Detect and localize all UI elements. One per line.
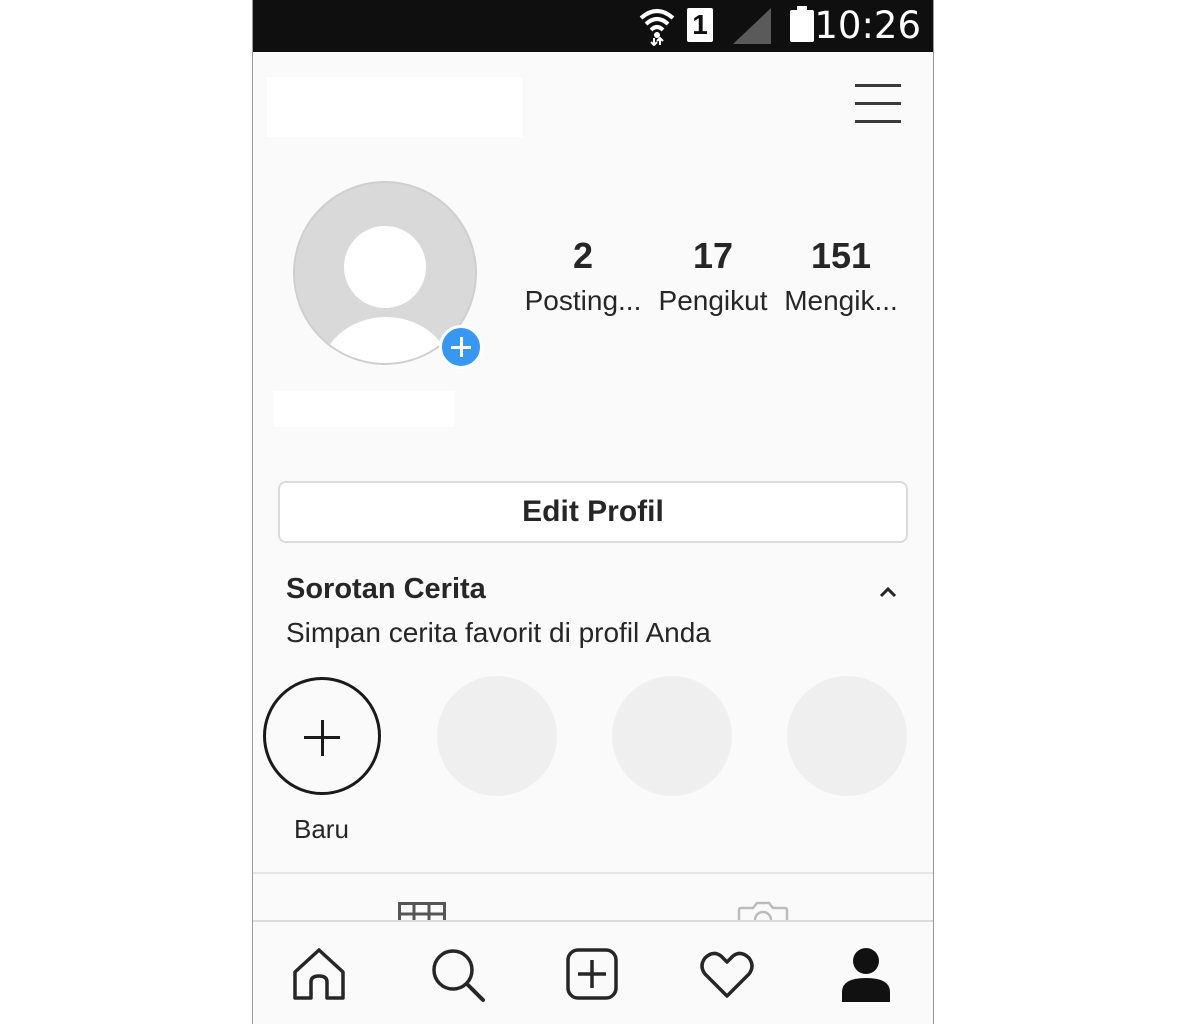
chevron-up-icon[interactable] — [876, 580, 900, 604]
new-highlight-label: Baru — [294, 814, 349, 844]
highlight-placeholder — [612, 676, 732, 796]
bottom-navigation — [253, 920, 933, 1024]
highlights-title: Sorotan Cerita — [286, 573, 486, 605]
stat-following[interactable]: 151 Mengik... — [779, 236, 903, 318]
edit-profile-button[interactable]: Edit Profil — [278, 481, 908, 543]
stat-posts-count: 2 — [572, 235, 594, 276]
tagged-photos-icon[interactable] — [737, 900, 789, 922]
stat-following-label: Mengik... — [784, 285, 898, 316]
status-bar: 1 10:26 — [253, 0, 933, 52]
username-area[interactable] — [267, 77, 523, 137]
profile-name-area — [273, 391, 455, 427]
highlights-subtitle: Simpan cerita favorit di profil Anda — [286, 617, 711, 648]
phone-screen: 1 10:26 2 Posting... 17 Pengikut 151 Men… — [252, 0, 934, 1024]
add-post-icon[interactable] — [562, 944, 622, 1004]
sim-icon: 1 — [687, 8, 713, 42]
stat-followers[interactable]: 17 Pengikut — [651, 236, 775, 318]
wifi-icon — [639, 9, 675, 46]
profile-icon[interactable] — [836, 944, 896, 1004]
stat-followers-count: 17 — [692, 235, 734, 276]
add-story-plus-icon[interactable] — [439, 325, 483, 369]
new-highlight-button[interactable] — [263, 677, 381, 795]
battery-icon — [790, 6, 814, 42]
hamburger-menu-icon[interactable] — [855, 82, 901, 124]
highlight-placeholder — [787, 676, 907, 796]
stat-posts[interactable]: 2 Posting... — [521, 236, 645, 318]
stat-following-count: 151 — [810, 235, 872, 276]
stat-posts-label: Posting... — [524, 285, 642, 316]
activity-heart-icon[interactable] — [697, 944, 757, 1004]
grid-icon[interactable] — [398, 902, 446, 922]
highlight-placeholder — [437, 676, 557, 796]
sim-slot-number: 1 — [692, 9, 708, 40]
signal-icon — [733, 8, 771, 44]
status-time: 10:26 — [814, 4, 921, 47]
stat-followers-label: Pengikut — [658, 285, 768, 316]
search-icon[interactable] — [427, 944, 487, 1004]
section-divider — [253, 872, 933, 874]
home-icon[interactable] — [289, 944, 349, 1004]
